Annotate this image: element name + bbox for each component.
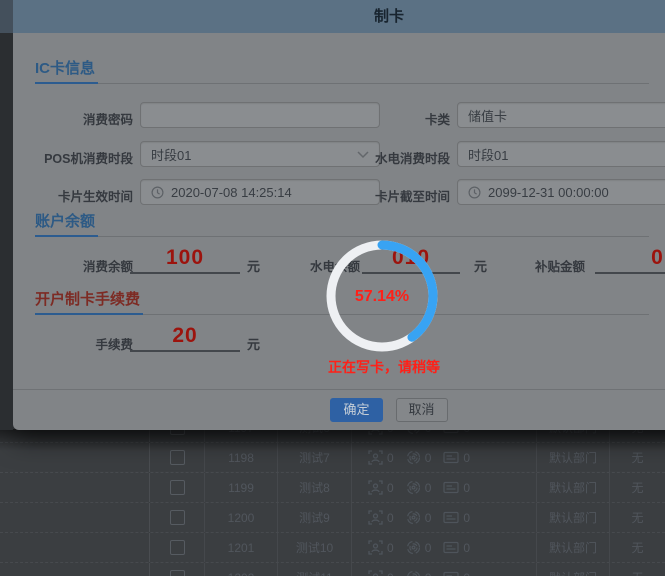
id-card-icon: [443, 541, 459, 554]
fingerprint-icon: [406, 450, 421, 465]
make-card-dialog: 制卡 IC卡信息 消费密码 卡类 储值卡 POS机消费时段 时段01 水电消费时…: [13, 0, 665, 430]
face-scan-icon: [368, 510, 383, 525]
fingerprint-icon: [406, 480, 421, 495]
table-row: 1201 测试10 0 0 0 默认部门 无: [0, 533, 665, 563]
dialog-title: 制卡: [13, 0, 665, 33]
name-cell: 测试10: [278, 533, 352, 562]
id-card-icon: [443, 451, 459, 464]
effective-time-label: 卡片生效时间: [23, 186, 133, 205]
row-checkbox[interactable]: [170, 480, 185, 495]
consume-password-label: 消费密码: [23, 109, 133, 128]
dialog-backdrop: [0, 0, 13, 33]
utility-period-label: 水电消费时段: [340, 148, 450, 167]
section-ic-info-title: IC卡信息: [35, 57, 98, 84]
fingerprint-count: 0: [425, 571, 432, 576]
service-fee-unit: 元: [247, 334, 260, 353]
screen: 1197 测试6 0 0 0 默认部门 无 1198 测试7 0 0 0 默认部…: [0, 0, 665, 576]
utility-balance-label: 水电余额: [250, 256, 360, 275]
id-card-icon: [443, 481, 459, 494]
face-scan-icon: [368, 570, 383, 576]
department-cell: 默认部门: [537, 533, 610, 562]
face-count: 0: [387, 481, 394, 495]
name-cell: 测试7: [278, 443, 352, 472]
department-cell: 默认部门: [537, 443, 610, 472]
row-checkbox[interactable]: [170, 540, 185, 555]
card-count: 0: [463, 511, 470, 525]
department-cell: 默认部门: [537, 473, 610, 502]
clock-icon: [151, 186, 164, 199]
card-number-cell: 1201: [205, 533, 278, 562]
face-count: 0: [387, 541, 394, 555]
name-cell: 测试9: [278, 503, 352, 532]
dialog-backdrop: [0, 0, 13, 430]
cancel-button[interactable]: 取消: [396, 398, 448, 422]
confirm-button[interactable]: 确定: [330, 398, 382, 422]
card-type-input[interactable]: 储值卡: [457, 102, 665, 128]
face-scan-icon: [368, 450, 383, 465]
extra-cell: 无: [610, 473, 665, 502]
consume-balance-label: 消费余额: [23, 256, 133, 275]
face-scan-icon: [368, 480, 383, 495]
section-fee-title: 开户制卡手续费: [35, 288, 143, 315]
fingerprint-icon: [406, 570, 421, 576]
card-count: 0: [463, 571, 470, 576]
utility-period-select[interactable]: 时段01: [457, 141, 665, 167]
dialog-footer: 确定 取消: [13, 389, 665, 430]
expire-time-label: 卡片截至时间: [340, 186, 450, 205]
section-balance: 账户余额: [35, 210, 649, 237]
section-ic-info: IC卡信息: [35, 57, 649, 84]
consume-balance-underline: [130, 252, 240, 274]
subsidy-label: 补贴金额: [475, 256, 585, 275]
extra-cell: 无: [610, 533, 665, 562]
table-row: 1202 测试11 0 0 0 默认部门 无: [0, 563, 665, 576]
fingerprint-icon: [406, 510, 421, 525]
section-balance-title: 账户余额: [35, 210, 98, 237]
clock-icon: [468, 186, 481, 199]
utility-balance-underline: [362, 252, 460, 274]
card-count: 0: [463, 451, 470, 465]
fingerprint-icon: [406, 540, 421, 555]
card-number-cell: 1202: [205, 563, 278, 576]
face-count: 0: [387, 511, 394, 525]
face-count: 0: [387, 571, 394, 576]
row-checkbox[interactable]: [170, 570, 185, 576]
subsidy-underline: [595, 252, 665, 274]
table-row: 1200 测试9 0 0 0 默认部门 无: [0, 503, 665, 533]
name-cell: 测试11: [278, 563, 352, 576]
department-cell: 默认部门: [537, 503, 610, 532]
service-fee-underline: [130, 330, 240, 352]
face-scan-icon: [368, 540, 383, 555]
background-table: 1197 测试6 0 0 0 默认部门 无 1198 测试7 0 0 0 默认部…: [0, 413, 665, 576]
card-type-label: 卡类: [340, 109, 450, 128]
pos-period-label: POS机消费时段: [23, 148, 133, 167]
extra-cell: 无: [610, 503, 665, 532]
fingerprint-count: 0: [425, 541, 432, 555]
card-count: 0: [463, 481, 470, 495]
row-checkbox[interactable]: [170, 510, 185, 525]
table-row: 1198 测试7 0 0 0 默认部门 无: [0, 443, 665, 473]
extra-cell: 无: [610, 443, 665, 472]
name-cell: 测试8: [278, 473, 352, 502]
row-checkbox[interactable]: [170, 450, 185, 465]
expire-time-input[interactable]: 2099-12-31 00:00:00: [457, 179, 665, 205]
section-fee: 开户制卡手续费: [35, 288, 649, 315]
id-card-icon: [443, 511, 459, 524]
card-number-cell: 1198: [205, 443, 278, 472]
face-count: 0: [387, 451, 394, 465]
card-number-cell: 1200: [205, 503, 278, 532]
id-card-icon: [443, 571, 459, 576]
card-count: 0: [463, 541, 470, 555]
fingerprint-count: 0: [425, 451, 432, 465]
extra-cell: 无: [610, 563, 665, 576]
table-row: 1199 测试8 0 0 0 默认部门 无: [0, 473, 665, 503]
card-number-cell: 1199: [205, 473, 278, 502]
fingerprint-count: 0: [425, 511, 432, 525]
fingerprint-count: 0: [425, 481, 432, 495]
service-fee-label: 手续费: [23, 334, 133, 353]
department-cell: 默认部门: [537, 563, 610, 576]
